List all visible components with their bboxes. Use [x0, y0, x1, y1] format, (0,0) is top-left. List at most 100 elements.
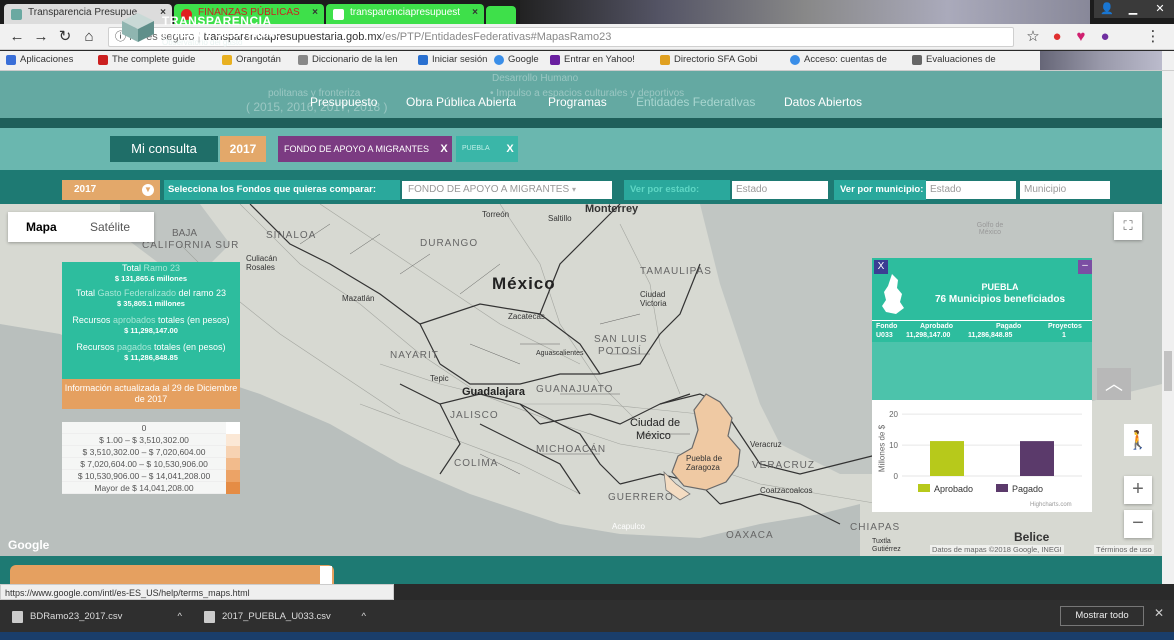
municipio-input[interactable]: Municipio [1020, 181, 1110, 199]
map-label-state: JALISCO [450, 410, 499, 421]
bookmark-icon [98, 55, 108, 65]
map-label-city: Acapulco [612, 522, 645, 531]
nav-presupuesto[interactable]: Presupuesto [310, 95, 377, 109]
zoom-in-button[interactable]: + [1124, 476, 1152, 504]
fondos-select[interactable]: FONDO DE APOYO A MIGRANTES ▾ [402, 181, 612, 199]
remove-estado-button[interactable]: X [502, 136, 518, 162]
chart-ylabel: Millones de $ [877, 424, 887, 473]
star-icon[interactable]: ☆ [1024, 28, 1042, 46]
year-select[interactable]: 2017 ▼ [62, 180, 160, 200]
fullscreen-icon[interactable]: ⛶ [1114, 212, 1142, 240]
bookmark-icon [660, 55, 670, 65]
chart-credit[interactable]: Highcharts.com [1030, 502, 1072, 508]
map-label-city: Zacatecas [508, 312, 545, 321]
google-logo[interactable]: Google [8, 538, 49, 552]
close-downloads-icon[interactable]: ✕ [1154, 606, 1164, 620]
extension-icon[interactable]: ● [1096, 28, 1114, 46]
nav-datos-abiertos[interactable]: Datos Abiertos [784, 95, 862, 109]
panel-scrollbar[interactable] [320, 566, 332, 584]
municipio-estado-input[interactable]: Estado [926, 181, 1016, 199]
popup-minimize-button[interactable]: – [1078, 260, 1092, 274]
reload-icon[interactable]: ↻ [56, 28, 74, 46]
logo-cube-icon[interactable] [120, 11, 156, 43]
scrollbar-thumb[interactable] [1164, 351, 1172, 391]
back-icon[interactable]: ← [8, 28, 26, 46]
gasto-value: $ 35,805.1 millones [117, 298, 185, 308]
page-scrollbar[interactable] [1162, 71, 1174, 584]
minimize-icon[interactable]: ▁ [1120, 0, 1146, 18]
map-label-state: OAXACA [726, 530, 774, 541]
home-icon[interactable]: ⌂ [80, 28, 98, 46]
map-label-city: Culiacán Rosales [246, 254, 278, 272]
remove-fondo-button[interactable]: X [436, 136, 452, 162]
map-label-city: Torreón [482, 210, 510, 219]
legend-swatch [226, 434, 240, 446]
chart-bar-pagado[interactable] [1020, 441, 1054, 476]
map-label-state: BAJA [172, 228, 198, 239]
bookmark-item[interactable]: Entrar en Yahoo! [550, 54, 635, 68]
pegman-icon[interactable]: 🚶 [1124, 424, 1152, 456]
menu-icon[interactable]: ⋮ [1144, 28, 1162, 46]
map-label-city: Guadalajara [462, 386, 525, 398]
collapsed-panel[interactable] [10, 565, 334, 585]
new-tab-button[interactable] [486, 6, 516, 24]
map-type-satellite[interactable]: Satélite [90, 220, 130, 234]
nav-entidades-federativas[interactable]: Entidades Federativas [636, 95, 755, 109]
chart-legend-swatch[interactable] [996, 484, 1008, 492]
windows-icon [418, 55, 428, 65]
popup-chart: 0 10 20 Aprobado Pagado Millones de $ Highch… [872, 400, 1092, 512]
close-tab-icon[interactable]: × [312, 7, 318, 18]
nav-obra-publica[interactable]: Obra Pública Abierta [406, 95, 516, 109]
map-type-control: Mapa Satélite [8, 212, 154, 242]
bookmark-item[interactable]: Iniciar sesión [418, 54, 487, 68]
map-type-map[interactable]: Mapa [26, 220, 57, 234]
ver-municipio-label: Ver por municipio: [834, 180, 926, 200]
bookmark-item[interactable]: The complete guide [98, 54, 195, 68]
map-label-state: POTOSÍ [598, 346, 642, 357]
bookmark-item[interactable]: Directorio SFA Gobi [660, 54, 757, 68]
col-pagado: Pagado [996, 323, 1022, 330]
map-label-state: DURANGO [420, 238, 479, 249]
close-tab-icon[interactable]: × [472, 7, 478, 18]
map-terms-link[interactable]: Términos de uso [1094, 545, 1154, 554]
estado-chip[interactable]: PUEBLA [456, 136, 502, 162]
zoom-out-button[interactable]: − [1124, 510, 1152, 538]
mi-consulta-label: Mi consulta [110, 136, 218, 162]
popup-municipios: 76 Municipios beneficiados [934, 294, 1066, 305]
bookmark-item[interactable]: Acceso: cuentas de [790, 54, 887, 68]
state-popup: X – PUEBLA 76 Municipios beneficiados Fo… [872, 258, 1092, 512]
chart-legend-label[interactable]: Pagado [1012, 484, 1043, 494]
browser-tab-active[interactable]: transparenciapresupuest × [326, 4, 484, 24]
bookmark-apps[interactable]: Aplicaciones [6, 54, 73, 68]
pocket-icon[interactable]: ♥ [1072, 28, 1090, 46]
estado-input[interactable]: Estado [732, 181, 828, 199]
download-item[interactable]: 2017_PUEBLA_U033.csv ^ [200, 607, 370, 627]
year-chip[interactable]: 2017 [220, 136, 266, 162]
nav-programas[interactable]: Programas [548, 95, 607, 109]
chevron-up-icon[interactable]: ^ [178, 607, 182, 627]
aprobados-value: $ 11,298,147.00 [124, 325, 178, 335]
user-icon[interactable]: 👤 [1094, 0, 1120, 18]
chart-bar-aprobado[interactable] [930, 441, 964, 476]
chart-legend-label[interactable]: Aprobado [934, 484, 973, 494]
folder-icon [222, 55, 232, 65]
cell-fondo: U033 [876, 332, 893, 339]
chart-legend-swatch[interactable] [918, 484, 930, 492]
opera-icon[interactable]: ● [1048, 28, 1066, 46]
fondo-chip[interactable]: FONDO DE APOYO A MIGRANTES [278, 136, 436, 162]
show-all-button[interactable]: Mostrar todo [1060, 606, 1144, 626]
col-aprobado: Aprobado [920, 323, 954, 330]
forward-icon[interactable]: → [32, 28, 50, 46]
close-window-icon[interactable]: ✕ [1146, 0, 1174, 18]
bookmark-item[interactable]: Orangotán [222, 54, 281, 68]
map-label-state: VERACRUZ [752, 460, 816, 471]
bookmark-item[interactable]: Evaluaciones de [912, 54, 996, 68]
chevron-up-icon[interactable]: ^ [362, 607, 366, 627]
chevron-down-icon: ▼ [142, 184, 154, 196]
map-label-state: GUERRERO [608, 492, 674, 503]
map-label-state: SAN LUIS [594, 334, 648, 345]
scroll-top-icon[interactable]: ︿ [1097, 368, 1131, 400]
bookmark-item[interactable]: Google [494, 54, 539, 68]
bookmark-item[interactable]: Diccionario de la len [298, 54, 398, 68]
download-item[interactable]: BDRamo23_2017.csv ^ [8, 607, 186, 627]
